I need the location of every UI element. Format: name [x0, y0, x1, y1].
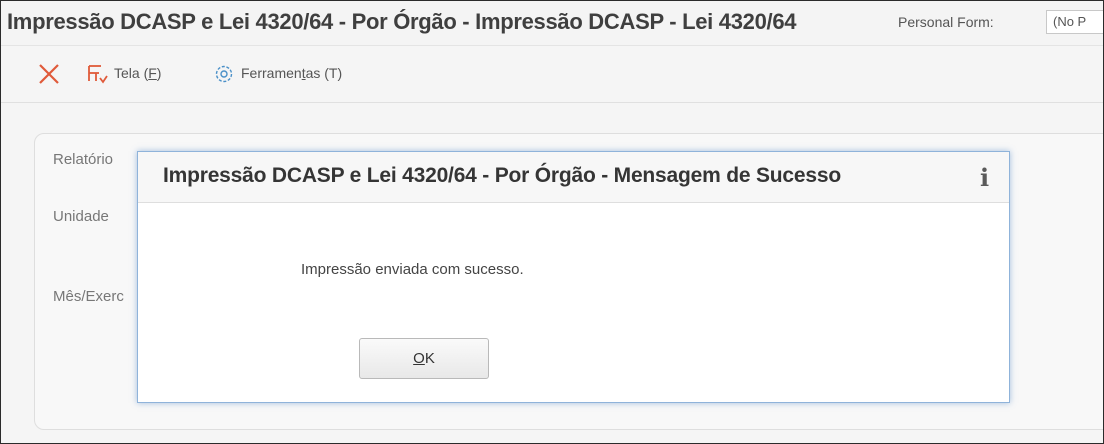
success-dialog: Impressão DCASP e Lei 4320/64 - Por Órgã… — [137, 151, 1010, 403]
gear-icon[interactable] — [214, 64, 234, 84]
dialog-header: Impressão DCASP e Lei 4320/64 - Por Órgã… — [138, 152, 1009, 203]
dialog-message: Impressão enviada com sucesso. — [301, 261, 524, 278]
personal-form-label: Personal Form: — [898, 14, 994, 30]
page-title: Impressão DCASP e Lei 4320/64 - Por Órgã… — [7, 9, 797, 34]
ok-button[interactable]: OK — [359, 338, 489, 379]
ferramentas-menu[interactable]: Ferramentas (T) — [241, 65, 342, 81]
tela-icon[interactable] — [85, 62, 109, 86]
info-icon[interactable]: i — [980, 163, 989, 192]
relatorio-label: Relatório — [53, 151, 114, 168]
app-window: Impressão DCASP e Lei 4320/64 - Por Órgã… — [0, 0, 1104, 444]
dialog-title: Impressão DCASP e Lei 4320/64 - Por Órgã… — [163, 164, 841, 187]
title-bar: Impressão DCASP e Lei 4320/64 - Por Órgã… — [1, 1, 1103, 46]
toolbar: Tela (F) Ferramentas (T) — [1, 46, 1103, 103]
mes-exercicio-label: Mês/Exerc — [53, 288, 124, 305]
tela-menu[interactable]: Tela (F) — [114, 65, 161, 81]
unidade-label: Unidade — [53, 208, 109, 225]
personal-form-select[interactable]: (No P — [1046, 10, 1103, 34]
close-icon[interactable] — [38, 63, 60, 85]
